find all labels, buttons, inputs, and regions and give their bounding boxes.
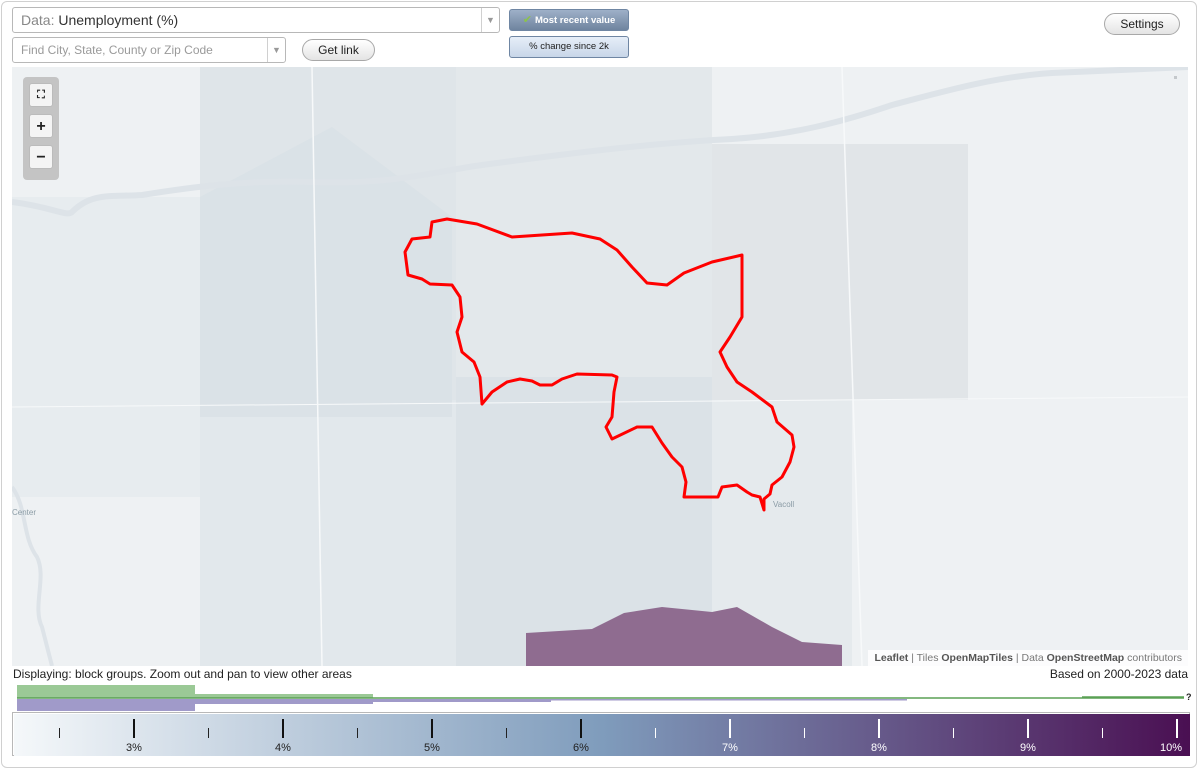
legend-tick-label: 8% [871,742,887,754]
legend-tick-label: 6% [573,742,589,754]
distribution-histogram: ? [17,685,1192,711]
most-recent-label: Most recent value [534,15,616,26]
display-level-note: Displaying: block groups. Zoom out and p… [13,667,352,681]
data-range-note: Based on 2000-2023 data [1049,667,1188,681]
histogram-unknown-marker: ? [1186,692,1192,702]
get-link-button[interactable]: Get link [302,39,375,61]
histogram-bar [195,699,373,704]
fullscreen-button[interactable]: ⛶ [29,83,53,107]
place-label-center: Center [12,508,36,517]
data-selector-value: Unemployment (%) [58,12,179,28]
data-selector-prefix: Data: [21,12,55,28]
legend-tick-label: 7% [722,742,738,754]
change-since-toggle[interactable]: % change since 2k [509,36,629,58]
location-search[interactable]: ▼ [12,37,286,63]
legend-tick-label: 4% [275,742,291,754]
map-dot [1174,76,1177,79]
attribution-suffix: contributors [1127,652,1182,664]
histogram-bar [17,699,195,711]
openstreetmap-link[interactable]: OpenStreetMap [1047,652,1125,664]
most-recent-toggle[interactable]: ✔ Most recent value [509,9,629,31]
region-block [12,197,200,497]
attribution-tiles-prefix: | Tiles [911,652,939,664]
legend-tick-label: 9% [1020,742,1036,754]
attribution-data-prefix: | Data [1015,652,1044,664]
region-block [712,144,968,400]
region-block [456,67,712,400]
color-scale-gradient [14,714,1190,756]
leaflet-link[interactable]: Leaflet [874,652,908,664]
color-scale: 3% 4% 5% 6% 7% 8% 9% 10% [14,714,1190,756]
search-input[interactable] [13,38,271,62]
region-block [200,400,456,666]
chevron-down-icon[interactable]: ▼ [267,38,285,62]
map-canvas[interactable]: Center Vacoll [12,67,1188,666]
zoom-controls: ⛶ + − [23,77,59,180]
legend-tick-label: 5% [424,742,440,754]
openmaptiles-link[interactable]: OpenMapTiles [941,652,1013,664]
legend-tick-label: 10% [1160,742,1182,754]
chevron-down-icon[interactable]: ▼ [481,8,499,32]
zoom-out-button[interactable]: − [29,145,53,169]
check-icon: ✔ [522,14,532,26]
histogram-bar [17,685,195,698]
histogram-bar [551,699,907,701]
histogram-bar [373,699,551,702]
settings-button[interactable]: Settings [1104,13,1180,35]
map[interactable]: Center Vacoll ⛶ + − Leaflet | Tiles Open… [12,67,1188,666]
place-label-vacoll: Vacoll [773,500,794,509]
color-scale-legend[interactable]: 3% 4% 5% 6% 7% 8% 9% 10% [12,712,1190,756]
zoom-in-button[interactable]: + [29,114,53,138]
legend-tick-label: 3% [126,742,142,754]
map-attribution: Leaflet | Tiles OpenMapTiles | Data Open… [868,650,1188,666]
data-selector[interactable]: Data: Unemployment (%) ▼ [12,7,500,33]
